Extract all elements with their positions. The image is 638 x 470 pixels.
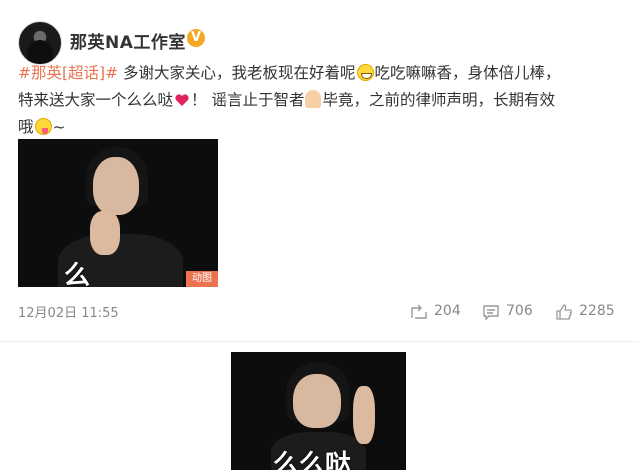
comment-icon: [483, 305, 499, 320]
post-text-segment: 毕竟，之前的律师声明，长期有效: [322, 91, 555, 109]
like-count: 2285: [579, 303, 615, 319]
forward-icon: [411, 304, 427, 319]
post-text-segment: ~: [52, 118, 66, 136]
post-text-segment: 哦: [18, 118, 34, 136]
author-avatar[interactable]: [18, 21, 62, 65]
post-text-segment: 吃吃嘛嘛香，身体倍儿棒，: [374, 64, 561, 82]
article-image-gif[interactable]: 么么哒: [231, 352, 406, 470]
author-name[interactable]: 那英NA工作室: [70, 28, 186, 53]
photo-figure: [93, 157, 139, 215]
pray-emoji-icon: [305, 90, 322, 108]
image-caption: 么: [64, 261, 91, 287]
photo-figure: [293, 374, 341, 428]
grin-emoji-icon: [356, 64, 374, 81]
photo-figure: [90, 211, 120, 255]
photo-figure: [353, 386, 375, 444]
image-caption: 么么哒: [273, 450, 352, 470]
topic-link[interactable]: #那英[超话]#: [18, 64, 118, 82]
post-text-segment: 特来送大家一个么么哒: [18, 91, 174, 109]
tongue-emoji-icon: [34, 118, 52, 135]
post-text-segment: 多谢大家关心，我老板现在好着呢: [118, 64, 356, 82]
comment-count: 706: [506, 303, 533, 319]
post-image-gif[interactable]: 么 动图: [18, 139, 218, 287]
forward-count: 204: [434, 303, 461, 319]
weibo-post: 那英NA工作室 V #那英[超话]# 多谢大家关心，我老板现在好着呢 吃吃嘛嘛香，…: [0, 0, 638, 340]
verified-badge-icon: V: [187, 29, 205, 47]
post-text-segment: ！ 谣言止于智者: [191, 91, 305, 109]
gif-badge: 动图: [186, 271, 218, 287]
post-timestamp[interactable]: 12月02日 11:55: [18, 302, 119, 321]
thumbs-up-icon: [556, 304, 572, 320]
post-divider: [0, 341, 638, 342]
post-text: #那英[超话]# 多谢大家关心，我老板现在好着呢 吃吃嘛嘛香，身体倍儿棒， 特来送大…: [18, 60, 624, 141]
heart-emoji-icon: [175, 94, 189, 106]
